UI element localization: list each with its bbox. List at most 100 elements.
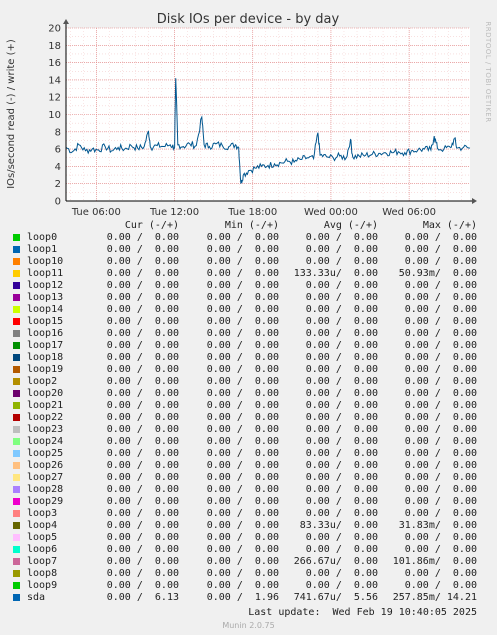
legend-row: loop13 0.00 / 0.00 0.00 / 0.00 0.00 / 0.00 0… xyxy=(0,292,497,304)
legend-cur: 0.00 / 0.00 xyxy=(106,256,179,267)
legend-row: loop27 0.00 / 0.00 0.00 / 0.00 0.00 / 0.00 0… xyxy=(0,472,497,484)
legend-min: 0.00 / 0.00 xyxy=(206,484,279,495)
legend-row: loop21 0.00 / 0.00 0.00 / 0.00 0.00 / 0.00 0… xyxy=(0,400,497,412)
legend-min: 0.00 / 0.00 xyxy=(206,256,279,267)
legend-name: loop2 xyxy=(27,376,58,387)
chart-area: Disk IOs per device - by day IOs/second … xyxy=(6,12,492,218)
legend-avg: 0.00 / 0.00 xyxy=(305,340,378,351)
legend-row: loop20 0.00 / 0.00 0.00 / 0.00 0.00 / 0.00 0… xyxy=(0,388,497,400)
legend-swatch xyxy=(13,582,20,589)
header-cur: Cur (-/+) xyxy=(124,220,179,231)
legend-max: 0.00 / 0.00 xyxy=(404,244,477,255)
legend-max: 0.00 / 0.00 xyxy=(404,568,477,579)
legend-max: 0.00 / 0.00 xyxy=(404,256,477,267)
legend-swatch xyxy=(13,570,20,577)
legend-swatch xyxy=(13,474,20,481)
legend-avg: 0.00 / 0.00 xyxy=(305,508,378,519)
legend-avg: 83.33u/ 0.00 xyxy=(299,520,378,531)
legend-swatch xyxy=(13,366,20,373)
legend-cur: 0.00 / 0.00 xyxy=(106,580,179,591)
x-tick-label: Tue 06:00 xyxy=(71,207,121,218)
legend-name: loop8 xyxy=(27,568,58,579)
legend-name: loop1 xyxy=(27,244,58,255)
munin-version: Munin 2.0.75 xyxy=(222,621,275,630)
header-avg: Avg (-/+) xyxy=(323,220,378,231)
legend-name: loop19 xyxy=(27,364,64,375)
legend-max: 0.00 / 0.00 xyxy=(404,412,477,423)
legend-min: 0.00 / 0.00 xyxy=(206,292,279,303)
rrdtool-credit: RRDTOOL / TOBI OETIKER xyxy=(484,21,492,122)
y-ticks: 0 2 4 6 8 10 12 14 16 18 20 xyxy=(48,24,61,208)
legend-name: loop9 xyxy=(27,580,58,591)
legend-max: 50.93m/ 0.00 xyxy=(398,268,477,279)
legend-min: 0.00 / 0.00 xyxy=(206,520,279,531)
legend-row: loop29 0.00 / 0.00 0.00 / 0.00 0.00 / 0.00 0… xyxy=(0,496,497,508)
legend-min: 0.00 / 0.00 xyxy=(206,328,279,339)
legend-min: 0.00 / 0.00 xyxy=(206,340,279,351)
legend-name: loop21 xyxy=(27,400,64,411)
legend-min: 0.00 / 1.96 xyxy=(206,592,279,603)
y-tick-label: 16 xyxy=(48,58,61,69)
legend-cur: 0.00 / 0.00 xyxy=(106,364,179,375)
legend-cur: 0.00 / 0.00 xyxy=(106,484,179,495)
legend-cur: 0.00 / 0.00 xyxy=(106,448,179,459)
legend-row: loop5 0.00 / 0.00 0.00 / 0.00 0.00 / 0.00 0.… xyxy=(0,532,497,544)
legend-row: loop24 0.00 / 0.00 0.00 / 0.00 0.00 / 0.00 0… xyxy=(0,436,497,448)
legend-avg: 0.00 / 0.00 xyxy=(305,412,378,423)
y-tick-label: 6 xyxy=(55,145,61,156)
legend-row: loop28 0.00 / 0.00 0.00 / 0.00 0.00 / 0.00 0… xyxy=(0,484,497,496)
y-tick-label: 4 xyxy=(55,162,61,173)
legend-min: 0.00 / 0.00 xyxy=(206,472,279,483)
legend-min: 0.00 / 0.00 xyxy=(206,376,279,387)
legend-avg: 133.33u/ 0.00 xyxy=(293,268,378,279)
legend-avg: 0.00 / 0.00 xyxy=(305,388,378,399)
legend-avg: 0.00 / 0.00 xyxy=(305,544,378,555)
legend-min: 0.00 / 0.00 xyxy=(206,508,279,519)
legend-max: 0.00 / 0.00 xyxy=(404,448,477,459)
y-tick-label: 20 xyxy=(48,24,61,35)
x-axis-arrow-icon xyxy=(472,198,477,204)
x-ticks: Tue 06:00 Tue 12:00 Tue 18:00 Wed 00:00 Wed … xyxy=(71,207,436,218)
legend-swatch xyxy=(13,426,20,433)
legend-max: 0.00 / 0.00 xyxy=(404,580,477,591)
legend-swatch xyxy=(13,498,20,505)
legend-max: 0.00 / 0.00 xyxy=(404,400,477,411)
legend-swatch xyxy=(13,546,20,553)
legend-name: loop0 xyxy=(27,232,58,243)
legend-swatch xyxy=(13,462,20,469)
legend-max: 0.00 / 0.00 xyxy=(404,424,477,435)
legend-swatch xyxy=(13,342,20,349)
legend-max: 0.00 / 0.00 xyxy=(404,436,477,447)
legend-min: 0.00 / 0.00 xyxy=(206,352,279,363)
legend-swatch xyxy=(13,510,20,517)
legend-row: loop2 0.00 / 0.00 0.00 / 0.00 0.00 / 0.00 0.… xyxy=(0,376,497,388)
legend-swatch xyxy=(13,558,20,565)
legend-row: loop22 0.00 / 0.00 0.00 / 0.00 0.00 / 0.00 0… xyxy=(0,412,497,424)
legend-min: 0.00 / 0.00 xyxy=(206,460,279,471)
legend-avg: 0.00 / 0.00 xyxy=(305,316,378,327)
legend-max: 0.00 / 0.00 xyxy=(404,376,477,387)
legend-swatch xyxy=(13,594,20,601)
legend-max: 0.00 / 0.00 xyxy=(404,544,477,555)
legend-swatch xyxy=(13,270,20,277)
legend-min: 0.00 / 0.00 xyxy=(206,448,279,459)
legend-rows: loop0 0.00 / 0.00 0.00 / 0.00 0.00 / 0.00 0.… xyxy=(0,232,497,604)
y-tick-label: 8 xyxy=(55,127,61,138)
legend-name: loop18 xyxy=(27,352,64,363)
legend-row: loop11 0.00 / 0.00 0.00 / 0.00 133.33u/ 0.0… xyxy=(0,268,497,280)
legend-name: loop7 xyxy=(27,556,58,567)
legend-min: 0.00 / 0.00 xyxy=(206,268,279,279)
legend-row: loop26 0.00 / 0.00 0.00 / 0.00 0.00 / 0.00 0… xyxy=(0,460,497,472)
legend-name: loop4 xyxy=(27,520,58,531)
x-tick-label: Tue 18:00 xyxy=(227,207,277,218)
legend-swatch xyxy=(13,282,20,289)
legend-min: 0.00 / 0.00 xyxy=(206,400,279,411)
legend-swatch xyxy=(13,486,20,493)
legend-swatch xyxy=(13,414,20,421)
legend-avg: 0.00 / 0.00 xyxy=(305,232,378,243)
legend-max: 0.00 / 0.00 xyxy=(404,340,477,351)
legend-row: loop4 0.00 / 0.00 0.00 / 0.00 83.33u/ 0.00 3… xyxy=(0,520,497,532)
legend-name: loop23 xyxy=(27,424,64,435)
legend-avg: 266.67u/ 0.00 xyxy=(293,556,378,567)
legend-swatch xyxy=(13,378,20,385)
